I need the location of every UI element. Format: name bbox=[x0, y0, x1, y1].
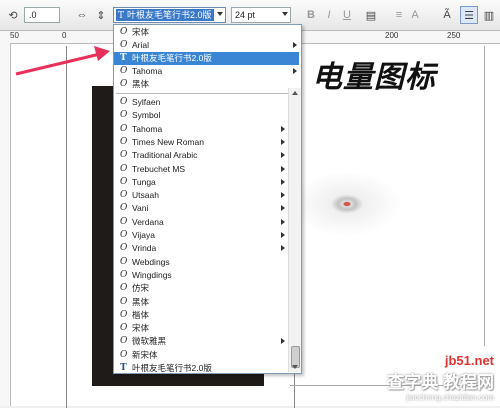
watermark: jb51.net 查字典 教程网 jiaocheng.chazidian.com bbox=[387, 353, 494, 402]
watermark-site: jb51.net bbox=[444, 353, 494, 368]
annotation-arrow-icon bbox=[15, 46, 110, 76]
watermark-title: 查字典 教程网 bbox=[387, 373, 494, 392]
watermark-url: jiaocheng.chazidian.com bbox=[406, 393, 494, 402]
